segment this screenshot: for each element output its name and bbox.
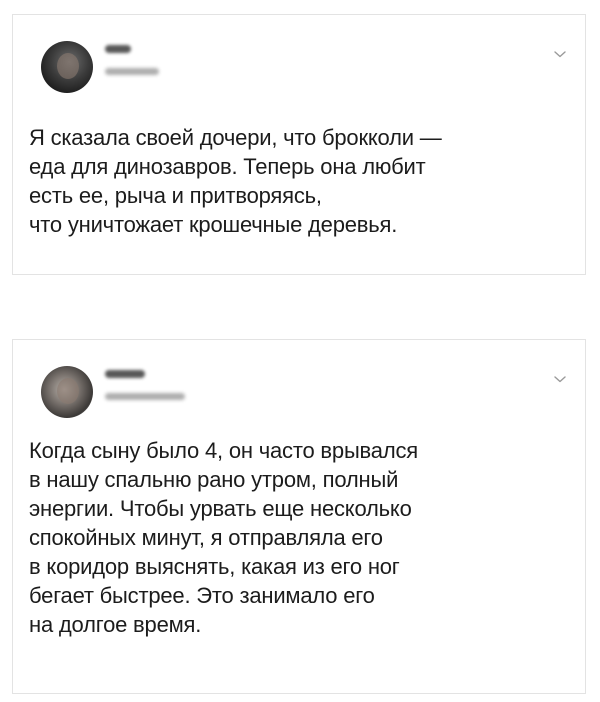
tweet-text-line: в нашу спальню рано утром, полный xyxy=(29,467,399,492)
avatar-face xyxy=(57,378,79,404)
author-name-blurred[interactable] xyxy=(105,45,131,53)
tweet-card: Я сказала своей дочери, что брокколи — е… xyxy=(12,14,586,275)
tweet-text: Когда сыну было 4, он часто врывался в н… xyxy=(29,436,569,639)
tweet-text-line: спокойных минут, я отправляла его xyxy=(29,525,383,550)
tweet-text-line: Я сказала своей дочери, что брокколи — xyxy=(29,125,442,150)
tweet-text-line: Когда сыну было 4, он часто врывался xyxy=(29,438,418,463)
tweet-text-line: еда для динозавров. Теперь она любит xyxy=(29,154,426,179)
chevron-down-icon[interactable] xyxy=(553,374,567,384)
tweet-text-line: что уничтожает крошечные деревья. xyxy=(29,212,398,237)
tweet-text: Я сказала своей дочери, что брокколи — е… xyxy=(29,123,569,239)
avatar[interactable] xyxy=(41,41,93,93)
tweet-text-line: энергии. Чтобы урвать еще несколько xyxy=(29,496,412,521)
author-name-blurred[interactable] xyxy=(105,370,145,378)
avatar-face xyxy=(57,53,79,79)
tweet-card: Когда сыну было 4, он часто врывался в н… xyxy=(12,339,586,694)
tweet-text-line: есть ее, рыча и притворяясь, xyxy=(29,183,322,208)
chevron-down-icon[interactable] xyxy=(553,49,567,59)
avatar[interactable] xyxy=(41,366,93,418)
tweet-text-line: на долгое время. xyxy=(29,612,202,637)
author-handle-blurred xyxy=(105,68,159,75)
tweet-text-line: в коридор выяснять, какая из его ног xyxy=(29,554,400,579)
author-handle-blurred xyxy=(105,393,185,400)
tweet-text-line: бегает быстрее. Это занимало его xyxy=(29,583,375,608)
